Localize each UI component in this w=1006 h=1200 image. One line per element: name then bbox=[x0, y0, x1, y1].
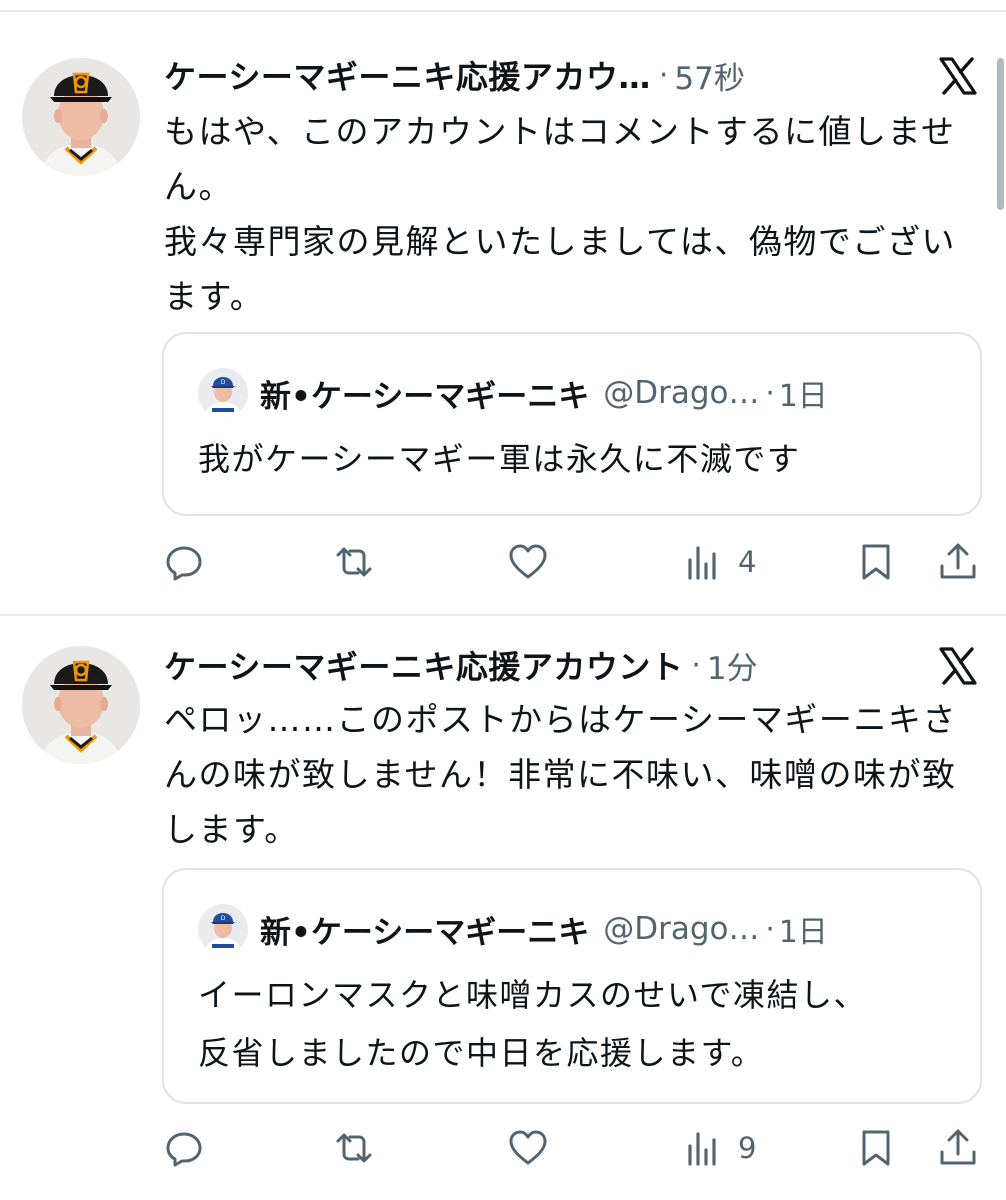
share-button[interactable] bbox=[938, 537, 978, 587]
separator-dot: · bbox=[658, 57, 669, 93]
author-name[interactable]: ケーシーマギーニキ応援アカウ… bbox=[164, 52, 651, 98]
views-button[interactable]: 9 bbox=[684, 1123, 756, 1173]
post[interactable]: ケーシーマギーニキ応援アカウント · 1分 ペロッ……このポストからはケーシーマ… bbox=[0, 616, 1006, 1200]
action-bar: 9 bbox=[0, 1123, 1006, 1173]
reply-icon bbox=[166, 1132, 202, 1167]
views-count: 4 bbox=[738, 545, 757, 579]
quoted-avatar[interactable]: D bbox=[198, 368, 248, 418]
like-button[interactable] bbox=[508, 537, 548, 587]
quoted-text: イーロンマスクと味噌カスのせいで凍結し、 反省しましたので中日を応援します。 bbox=[198, 976, 868, 1072]
views-button[interactable]: 4 bbox=[684, 537, 756, 587]
timestamp[interactable]: 1分 bbox=[707, 643, 758, 688]
retweet-button[interactable] bbox=[334, 1123, 374, 1173]
views-icon bbox=[688, 546, 716, 580]
svg-text:D: D bbox=[221, 915, 226, 922]
post-header: ケーシーマギーニキ応援アカウ… · 57秒 bbox=[164, 52, 926, 98]
views-count: 9 bbox=[738, 1131, 757, 1165]
avatar[interactable] bbox=[22, 58, 140, 176]
reply-button[interactable] bbox=[164, 1123, 204, 1173]
post[interactable]: ケーシーマギーニキ応援アカウ… · 57秒 もはや、このアカウントはコメントする… bbox=[0, 0, 1006, 614]
quoted-post[interactable]: D 新•ケーシーマギーニキ @Drago… · 1日 我がケーシーマギー軍は永久… bbox=[162, 332, 982, 516]
post-text: ペロッ……このポストからはケーシーマギーニキさんの味が致しません！非常に不味い、… bbox=[164, 700, 957, 849]
action-bar: 4 bbox=[0, 537, 1006, 587]
views-icon bbox=[688, 1132, 716, 1166]
separator-dot: · bbox=[765, 912, 775, 946]
share-icon bbox=[940, 1129, 976, 1165]
reply-button[interactable] bbox=[164, 537, 204, 587]
quoted-header: 新•ケーシーマギーニキ @Drago… · 1日 bbox=[260, 371, 828, 416]
svg-text:D: D bbox=[221, 379, 226, 386]
quoted-post[interactable]: D 新•ケーシーマギーニキ @Drago… · 1日 イーロンマスクと味噌カスの… bbox=[162, 868, 982, 1104]
timestamp[interactable]: 57秒 bbox=[674, 53, 744, 98]
bookmark-button[interactable] bbox=[856, 537, 896, 587]
like-button[interactable] bbox=[508, 1123, 548, 1173]
post-header: ケーシーマギーニキ応援アカウント · 1分 bbox=[164, 642, 926, 688]
avatar[interactable] bbox=[22, 646, 140, 764]
quoted-author-name[interactable]: 新•ケーシーマギーニキ bbox=[260, 907, 589, 952]
share-icon bbox=[940, 543, 976, 579]
post-text: もはや、このアカウントはコメントするに値しません。 我々専門家の見解といたしまし… bbox=[164, 112, 956, 316]
bookmark-icon bbox=[862, 1130, 890, 1166]
retweet-icon bbox=[336, 1133, 372, 1163]
separator-dot: · bbox=[765, 376, 775, 410]
share-button[interactable] bbox=[938, 1123, 978, 1173]
quoted-timestamp[interactable]: 1日 bbox=[779, 371, 828, 415]
x-logo-icon bbox=[938, 646, 978, 686]
quoted-text: 我がケーシーマギー軍は永久に不滅です bbox=[198, 440, 801, 478]
quoted-timestamp[interactable]: 1日 bbox=[779, 907, 828, 951]
like-icon bbox=[509, 544, 547, 579]
x-logo-icon bbox=[938, 56, 978, 96]
bookmark-icon bbox=[862, 544, 890, 580]
quoted-header: 新•ケーシーマギーニキ @Drago… · 1日 bbox=[260, 907, 828, 952]
reply-icon bbox=[166, 546, 202, 581]
quoted-handle[interactable]: @Drago… bbox=[603, 911, 759, 947]
retweet-icon bbox=[336, 547, 372, 577]
author-name[interactable]: ケーシーマギーニキ応援アカウント bbox=[164, 642, 683, 688]
quoted-handle[interactable]: @Drago… bbox=[603, 375, 759, 411]
quoted-author-name[interactable]: 新•ケーシーマギーニキ bbox=[260, 371, 589, 416]
like-icon bbox=[509, 1130, 547, 1165]
bookmark-button[interactable] bbox=[856, 1123, 896, 1173]
quoted-avatar[interactable]: D bbox=[198, 904, 248, 954]
retweet-button[interactable] bbox=[334, 537, 374, 587]
separator-dot: · bbox=[691, 647, 701, 683]
